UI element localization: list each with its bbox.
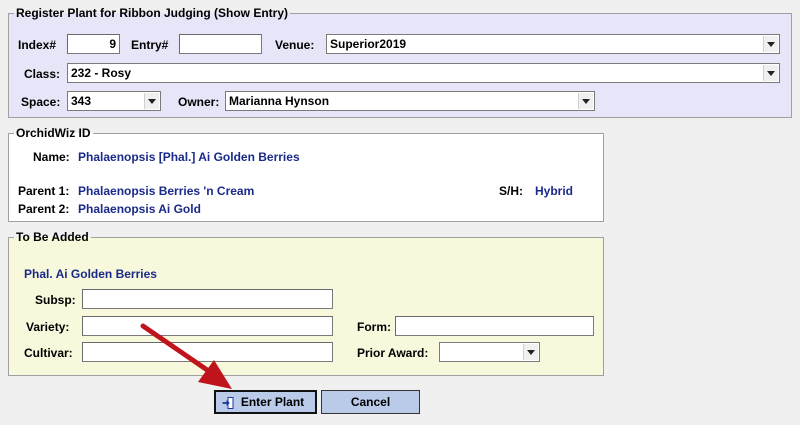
cancel-label: Cancel (350, 395, 391, 409)
parent1-value: Phalaenopsis Berries 'n Cream (78, 184, 255, 198)
parent1-label: Parent 1: (18, 184, 70, 198)
sh-label: S/H: (499, 184, 523, 198)
orchidwiz-legend: OrchidWiz ID (16, 126, 91, 140)
form-label: Form: (357, 320, 391, 334)
sh-value: Hybrid (535, 184, 574, 198)
register-plant-legend: Register Plant for Ribbon Judging (Show … (16, 6, 288, 20)
space-select-value: 343 (71, 94, 92, 108)
entry-field[interactable] (179, 34, 262, 54)
class-select-value: 232 - Rosy (71, 66, 132, 80)
space-select[interactable]: 343 (67, 91, 161, 111)
prior-award-select[interactable] (439, 342, 540, 362)
chevron-down-icon[interactable] (763, 36, 778, 52)
chevron-down-icon[interactable] (144, 93, 159, 109)
form-field[interactable] (395, 316, 594, 336)
class-select[interactable]: 232 - Rosy (67, 63, 780, 83)
enter-plant-label: Enter Plant (240, 395, 305, 409)
variety-label: Variety: (26, 320, 70, 334)
chevron-down-icon[interactable] (523, 344, 538, 360)
cultivar-label: Cultivar: (24, 346, 73, 360)
name-label: Name: (33, 150, 70, 164)
cultivar-field[interactable] (82, 342, 333, 362)
owner-select-value: Marianna Hynson (229, 94, 330, 108)
parent2-label: Parent 2: (18, 202, 70, 216)
subsp-label: Subsp: (35, 293, 76, 307)
owner-label: Owner: (178, 95, 220, 109)
class-label: Class: (24, 67, 61, 81)
venue-label: Venue: (275, 38, 315, 52)
venue-select-value: Superior2019 (330, 37, 407, 51)
enter-arrow-icon (222, 397, 234, 409)
plant-name-value: Phal. Ai Golden Berries (24, 267, 157, 281)
parent2-value: Phalaenopsis Ai Gold (78, 202, 201, 216)
chevron-down-icon[interactable] (578, 93, 593, 109)
entry-label: Entry# (131, 38, 169, 52)
owner-select[interactable]: Marianna Hynson (225, 91, 595, 111)
variety-field[interactable] (82, 316, 333, 336)
chevron-down-icon[interactable] (763, 65, 778, 81)
space-label: Space: (21, 95, 61, 109)
index-field[interactable]: 9 (67, 34, 120, 54)
index-label: Index# (18, 38, 57, 52)
to-be-added-legend: To Be Added (16, 230, 89, 244)
cancel-button[interactable]: Cancel (321, 390, 420, 414)
venue-select[interactable]: Superior2019 (326, 34, 780, 54)
subsp-field[interactable] (82, 289, 333, 309)
prior-award-label: Prior Award: (357, 346, 429, 360)
enter-plant-button[interactable]: Enter Plant (214, 390, 317, 414)
name-value: Phalaenopsis [Phal.] Ai Golden Berries (78, 150, 300, 164)
